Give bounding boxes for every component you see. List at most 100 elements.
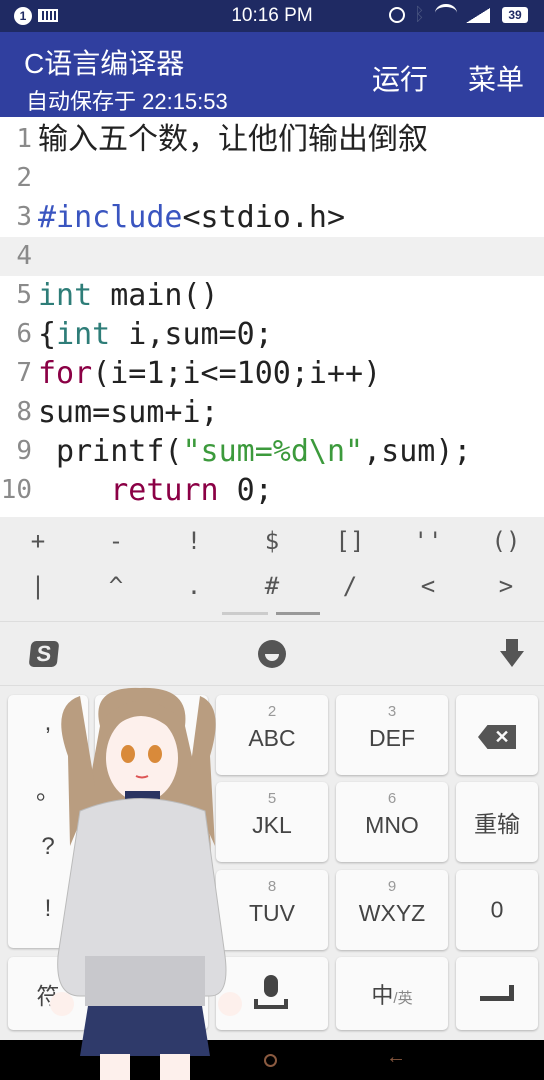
code-line[interactable]: 2 (0, 159, 544, 198)
anime-character-skin-overlay (50, 687, 242, 1080)
app-title: C语言编译器 (24, 48, 185, 79)
code-line[interactable]: 3 #include<stdio.h> (0, 198, 544, 237)
code-token: (i=1;i<=100;i++) (92, 356, 382, 391)
line-number: 6 (16, 319, 32, 349)
menu-button[interactable]: 菜单 (468, 58, 524, 98)
key-letters: MNO (365, 812, 419, 838)
enter-icon (480, 985, 514, 1001)
alarm-icon (389, 7, 405, 23)
code-token: 0; (218, 473, 273, 508)
clock: 10:16 PM (231, 5, 313, 26)
back-button-icon[interactable]: ← (386, 1046, 406, 1069)
code-line[interactable]: 4 (0, 237, 544, 276)
symbol-key[interactable]: + (8, 527, 68, 555)
line-code: int main() (38, 276, 219, 315)
symbol-key[interactable]: ^ (86, 572, 146, 600)
symbol-key[interactable]: > (476, 572, 536, 600)
enter-key[interactable] (456, 957, 538, 1030)
line-number: 9 (16, 436, 32, 466)
code-line[interactable]: 9 printf("sum=%d\n",sum); (0, 432, 544, 471)
hide-keyboard-arrow-down-icon[interactable] (500, 651, 524, 667)
code-token: int (38, 278, 93, 313)
line-number: 8 (16, 397, 32, 427)
line-number: 1 (16, 124, 32, 154)
key-label: 0 (490, 896, 504, 923)
code-token: "sum=%d\n" (182, 434, 364, 469)
autosave-status: 自动保存于 22:15:53 (26, 89, 228, 114)
divider (0, 621, 544, 622)
signal-icon (466, 8, 490, 23)
symbol-key[interactable]: [] (320, 527, 380, 555)
key-letters: DEF (369, 725, 415, 751)
code-token: #include (38, 200, 183, 235)
key-9[interactable]: 9 WXYZ (336, 870, 448, 950)
line-code: printf("sum=%d\n",sum); (38, 432, 472, 471)
hide-keyboard-arrow-stem (506, 639, 518, 653)
bluetooth-icon: ᛒ (414, 4, 425, 24)
code-line[interactable]: 1 输入五个数，让他们输出倒叙 (0, 120, 544, 159)
symbol-key[interactable]: $ (242, 527, 302, 555)
code-token: return (110, 473, 219, 508)
symbol-key[interactable]: < (398, 572, 458, 600)
key-letters: WXYZ (358, 900, 426, 926)
symbol-key[interactable]: # (242, 572, 302, 600)
line-code: {int i,sum=0; (38, 315, 273, 354)
code-editor[interactable]: 1 输入五个数，让他们输出倒叙 2 3 #include<stdio.h> 4 5 int m… (0, 117, 544, 517)
line-code: sum=sum+i; (38, 393, 219, 432)
microphone-icon (264, 975, 278, 997)
page-indicator-1 (222, 612, 268, 615)
key-digit: 9 (387, 878, 397, 895)
symbol-key[interactable]: ! (164, 527, 224, 555)
line-number: 7 (16, 358, 32, 388)
reinput-key[interactable]: 重输 (456, 782, 538, 862)
code-token: int (56, 317, 111, 352)
emoji-icon[interactable] (258, 640, 286, 668)
symbol-key[interactable]: - (86, 527, 146, 555)
home-button-icon[interactable] (264, 1054, 277, 1067)
line-code: return 0; (38, 471, 273, 510)
code-token: for (38, 356, 93, 391)
code-token: printf( (38, 434, 183, 469)
battery-indicator: 39 (502, 7, 528, 23)
language-switch-key[interactable]: 中/英 (336, 957, 448, 1030)
symbol-key[interactable]: () (476, 527, 536, 555)
code-line[interactable]: 6 {int i,sum=0; (0, 315, 544, 354)
line-number: 10 (0, 475, 32, 505)
lang-alt: /英 (393, 989, 413, 1007)
code-token: i,sum=0; (110, 317, 273, 352)
key-6[interactable]: 6 MNO (336, 782, 448, 862)
symbol-key[interactable]: '' (398, 527, 458, 555)
key-3[interactable]: 3 DEF (336, 695, 448, 775)
line-code: for(i=1;i<=100;i++) (38, 354, 381, 393)
run-button[interactable]: 运行 (372, 58, 428, 98)
key-digit: 6 (387, 790, 397, 807)
symbol-key[interactable]: / (320, 572, 380, 600)
key-label: 重输 (474, 811, 520, 837)
status-bar: 1 10:16 PM ᛒ 39 (0, 0, 544, 32)
key-digit: 3 (387, 703, 397, 720)
line-number: 4 (16, 241, 32, 271)
line-number: 5 (16, 280, 32, 310)
key-0[interactable]: 0 (456, 870, 538, 950)
sogou-logo-icon[interactable]: S (28, 641, 60, 667)
line-number: 2 (16, 163, 32, 193)
code-token: 输入五个数，让他们输出倒叙 (38, 122, 428, 157)
backspace-icon: ✕ (478, 725, 516, 749)
code-line[interactable]: 7 for(i=1;i<=100;i++) (0, 354, 544, 393)
code-token: main() (92, 278, 219, 313)
code-token: { (38, 317, 57, 352)
app-bar: C语言编译器 自动保存于 22:15:53 运行 菜单 (0, 32, 544, 117)
symbol-key[interactable]: | (8, 572, 68, 600)
line-number: 3 (16, 202, 32, 232)
line-code: 输入五个数，让他们输出倒叙 (38, 120, 428, 159)
backspace-key[interactable]: ✕ (456, 695, 538, 775)
code-token: ,sum); (363, 434, 472, 469)
page-indicator-2[interactable] (276, 612, 320, 615)
code-line[interactable]: 10 return 0; (0, 471, 544, 510)
lang-main: 中 (371, 982, 394, 1008)
wifi-icon (435, 4, 457, 22)
symbol-key[interactable]: . (164, 572, 224, 600)
code-line[interactable]: 5 int main() (0, 276, 544, 315)
code-line[interactable]: 8 sum=sum+i; (0, 393, 544, 432)
